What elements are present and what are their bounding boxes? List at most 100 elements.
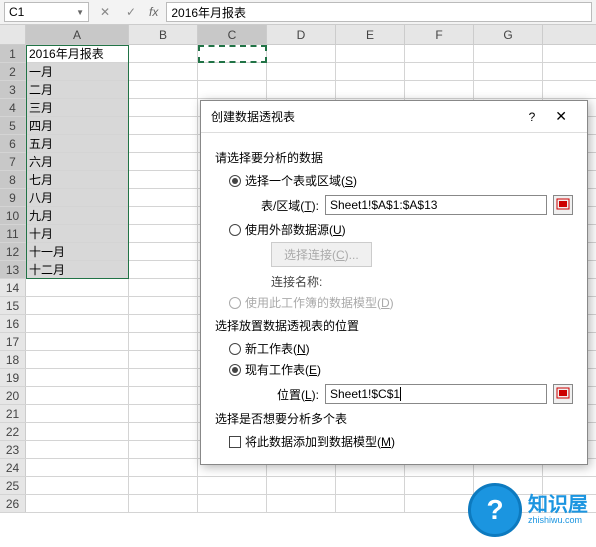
- cell[interactable]: [26, 351, 129, 368]
- col-header[interactable]: E: [336, 25, 405, 44]
- range-select-button[interactable]: [553, 195, 573, 215]
- cell[interactable]: [26, 459, 129, 476]
- cell[interactable]: [129, 423, 198, 440]
- radio-select-range[interactable]: 选择一个表或区域(S): [229, 172, 573, 189]
- col-header[interactable]: B: [129, 25, 198, 44]
- cell[interactable]: [198, 495, 267, 512]
- cell[interactable]: [129, 117, 198, 134]
- row-header[interactable]: 5: [0, 117, 26, 134]
- cell[interactable]: [26, 333, 129, 350]
- select-all-corner[interactable]: [0, 25, 26, 44]
- cell[interactable]: 五月: [26, 135, 129, 152]
- cell[interactable]: 九月: [26, 207, 129, 224]
- cancel-icon[interactable]: ✕: [95, 2, 115, 22]
- cell[interactable]: 十一月: [26, 243, 129, 260]
- col-header[interactable]: G: [474, 25, 543, 44]
- help-button[interactable]: ?: [519, 110, 546, 124]
- radio-existing-sheet[interactable]: 现有工作表(E): [229, 361, 573, 378]
- cell[interactable]: [129, 189, 198, 206]
- cell[interactable]: [267, 45, 336, 62]
- cell[interactable]: [336, 81, 405, 98]
- cell[interactable]: 四月: [26, 117, 129, 134]
- row-header[interactable]: 12: [0, 243, 26, 260]
- row-header[interactable]: 7: [0, 153, 26, 170]
- row-header[interactable]: 17: [0, 333, 26, 350]
- row-header[interactable]: 9: [0, 189, 26, 206]
- radio-new-sheet[interactable]: 新工作表(N): [229, 340, 573, 357]
- row-header[interactable]: 3: [0, 81, 26, 98]
- cell[interactable]: [405, 495, 474, 512]
- row-header[interactable]: 2: [0, 63, 26, 80]
- cell[interactable]: 十月: [26, 225, 129, 242]
- row-header[interactable]: 11: [0, 225, 26, 242]
- cell[interactable]: [267, 63, 336, 80]
- cell[interactable]: [129, 279, 198, 296]
- radio-external-source[interactable]: 使用外部数据源(U): [229, 221, 573, 238]
- cell[interactable]: [26, 387, 129, 404]
- cell[interactable]: [129, 63, 198, 80]
- cell[interactable]: [129, 261, 198, 278]
- cell[interactable]: [129, 45, 198, 62]
- cell[interactable]: [129, 333, 198, 350]
- cell[interactable]: [129, 207, 198, 224]
- name-box[interactable]: C1 ▼: [4, 2, 89, 22]
- cell[interactable]: [26, 297, 129, 314]
- cell[interactable]: [26, 441, 129, 458]
- row-header[interactable]: 15: [0, 297, 26, 314]
- row-header[interactable]: 8: [0, 171, 26, 188]
- cell[interactable]: 三月: [26, 99, 129, 116]
- cell[interactable]: [129, 369, 198, 386]
- cell[interactable]: 二月: [26, 81, 129, 98]
- col-header[interactable]: C: [198, 25, 267, 44]
- cell[interactable]: [26, 315, 129, 332]
- cell[interactable]: [26, 279, 129, 296]
- cell[interactable]: [26, 477, 129, 494]
- cell[interactable]: [198, 81, 267, 98]
- cell[interactable]: [474, 81, 543, 98]
- accept-icon[interactable]: ✓: [121, 2, 141, 22]
- cell[interactable]: [267, 477, 336, 494]
- cell[interactable]: [198, 45, 267, 62]
- range-input[interactable]: Sheet1!$A$1:$A$13: [325, 195, 547, 215]
- cell[interactable]: [129, 81, 198, 98]
- cell[interactable]: [129, 171, 198, 188]
- cell[interactable]: [336, 45, 405, 62]
- cell[interactable]: 2016年月报表: [26, 45, 129, 62]
- cell[interactable]: [129, 243, 198, 260]
- row-header[interactable]: 13: [0, 261, 26, 278]
- row-header[interactable]: 1: [0, 45, 26, 62]
- cell[interactable]: 六月: [26, 153, 129, 170]
- row-header[interactable]: 23: [0, 441, 26, 458]
- row-header[interactable]: 4: [0, 99, 26, 116]
- row-header[interactable]: 16: [0, 315, 26, 332]
- fx-icon[interactable]: fx: [147, 5, 160, 19]
- close-icon[interactable]: ✕: [545, 108, 577, 125]
- cell[interactable]: [129, 477, 198, 494]
- cell[interactable]: [336, 63, 405, 80]
- cell[interactable]: [198, 63, 267, 80]
- cell[interactable]: [336, 477, 405, 494]
- cell[interactable]: [129, 441, 198, 458]
- row-header[interactable]: 10: [0, 207, 26, 224]
- cell[interactable]: [129, 153, 198, 170]
- row-header[interactable]: 25: [0, 477, 26, 494]
- cell[interactable]: [405, 81, 474, 98]
- cell[interactable]: [129, 225, 198, 242]
- col-header[interactable]: F: [405, 25, 474, 44]
- cell[interactable]: [129, 315, 198, 332]
- cell[interactable]: [129, 99, 198, 116]
- chevron-down-icon[interactable]: ▼: [76, 8, 84, 17]
- cell[interactable]: [405, 63, 474, 80]
- row-header[interactable]: 20: [0, 387, 26, 404]
- cell[interactable]: [336, 495, 405, 512]
- row-header[interactable]: 14: [0, 279, 26, 296]
- col-header[interactable]: A: [26, 25, 129, 44]
- col-header[interactable]: D: [267, 25, 336, 44]
- row-header[interactable]: 6: [0, 135, 26, 152]
- cell[interactable]: [267, 495, 336, 512]
- cell[interactable]: [129, 405, 198, 422]
- cell[interactable]: 八月: [26, 189, 129, 206]
- cell[interactable]: [26, 495, 129, 512]
- cell[interactable]: 一月: [26, 63, 129, 80]
- cell[interactable]: [26, 369, 129, 386]
